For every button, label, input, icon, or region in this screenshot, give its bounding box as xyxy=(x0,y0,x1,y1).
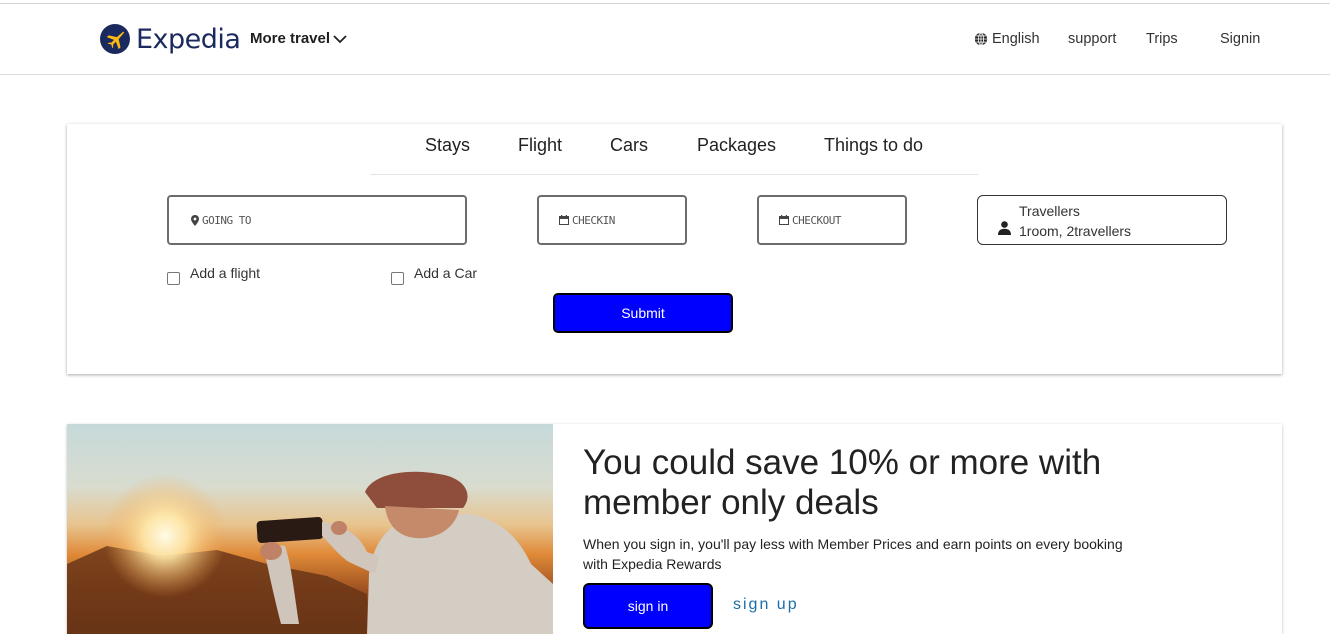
chevron-down-icon xyxy=(333,34,347,43)
travellers-label: Travellers xyxy=(1019,203,1080,219)
search-form: Stays Flight Cars Packages Things to do … xyxy=(67,124,1282,374)
brand-name: Expedia xyxy=(136,23,241,55)
checkin-input[interactable]: CHECKIN xyxy=(537,195,687,245)
promo-signin-button[interactable]: sign in xyxy=(583,583,713,629)
tab-things-to-do[interactable]: Things to do xyxy=(824,135,923,156)
person-icon xyxy=(998,221,1011,235)
member-deals-banner: You could save 10% or more with member o… xyxy=(67,424,1282,634)
promo-description: When you sign in, you'll pay less with M… xyxy=(583,536,1123,572)
plane-logo-icon xyxy=(100,24,130,54)
calendar-icon xyxy=(779,215,789,225)
sunset-photo xyxy=(67,424,553,634)
submit-button[interactable]: Submit xyxy=(553,293,733,333)
add-car-label: Add a Car xyxy=(414,265,478,281)
tab-cars[interactable]: Cars xyxy=(610,135,648,156)
checkin-placeholder: CHECKIN xyxy=(572,213,615,227)
map-pin-icon xyxy=(191,214,199,226)
more-travel-label: More travel xyxy=(250,30,331,47)
tab-packages[interactable]: Packages xyxy=(697,135,776,156)
add-flight-label: Add a flight xyxy=(190,265,261,281)
going-to-input[interactable]: GOING TO xyxy=(167,195,467,245)
add-car-checkbox[interactable] xyxy=(391,272,404,285)
tab-stays[interactable]: Stays xyxy=(425,135,470,156)
language-label: English xyxy=(992,31,1040,47)
promo-title: You could save 10% or more with member o… xyxy=(583,443,1102,522)
going-to-placeholder: GOING TO xyxy=(202,213,251,227)
promo-signup-link[interactable]: sign up xyxy=(733,596,799,614)
globe-icon xyxy=(974,32,988,46)
expedia-logo[interactable]: Expedia xyxy=(100,23,241,55)
language-selector[interactable]: English xyxy=(974,31,1040,47)
signin-link[interactable]: Signin xyxy=(1220,31,1260,47)
travellers-value: 1room, 2travellers xyxy=(1019,223,1132,239)
trips-link[interactable]: Trips xyxy=(1146,31,1178,47)
more-travel-menu[interactable]: More travel xyxy=(250,30,347,47)
travellers-selector[interactable]: Travellers 1room, 2travellers xyxy=(977,195,1227,245)
checkout-placeholder: CHECKOUT xyxy=(792,213,841,227)
calendar-icon xyxy=(559,215,569,225)
tab-flight[interactable]: Flight xyxy=(518,135,562,156)
site-header: Expedia More travel English support Trip… xyxy=(0,4,1330,75)
support-link[interactable]: support xyxy=(1068,31,1116,47)
search-tabs: Stays Flight Cars Packages Things to do xyxy=(370,124,978,175)
add-flight-checkbox[interactable] xyxy=(167,272,180,285)
checkout-input[interactable]: CHECKOUT xyxy=(757,195,907,245)
